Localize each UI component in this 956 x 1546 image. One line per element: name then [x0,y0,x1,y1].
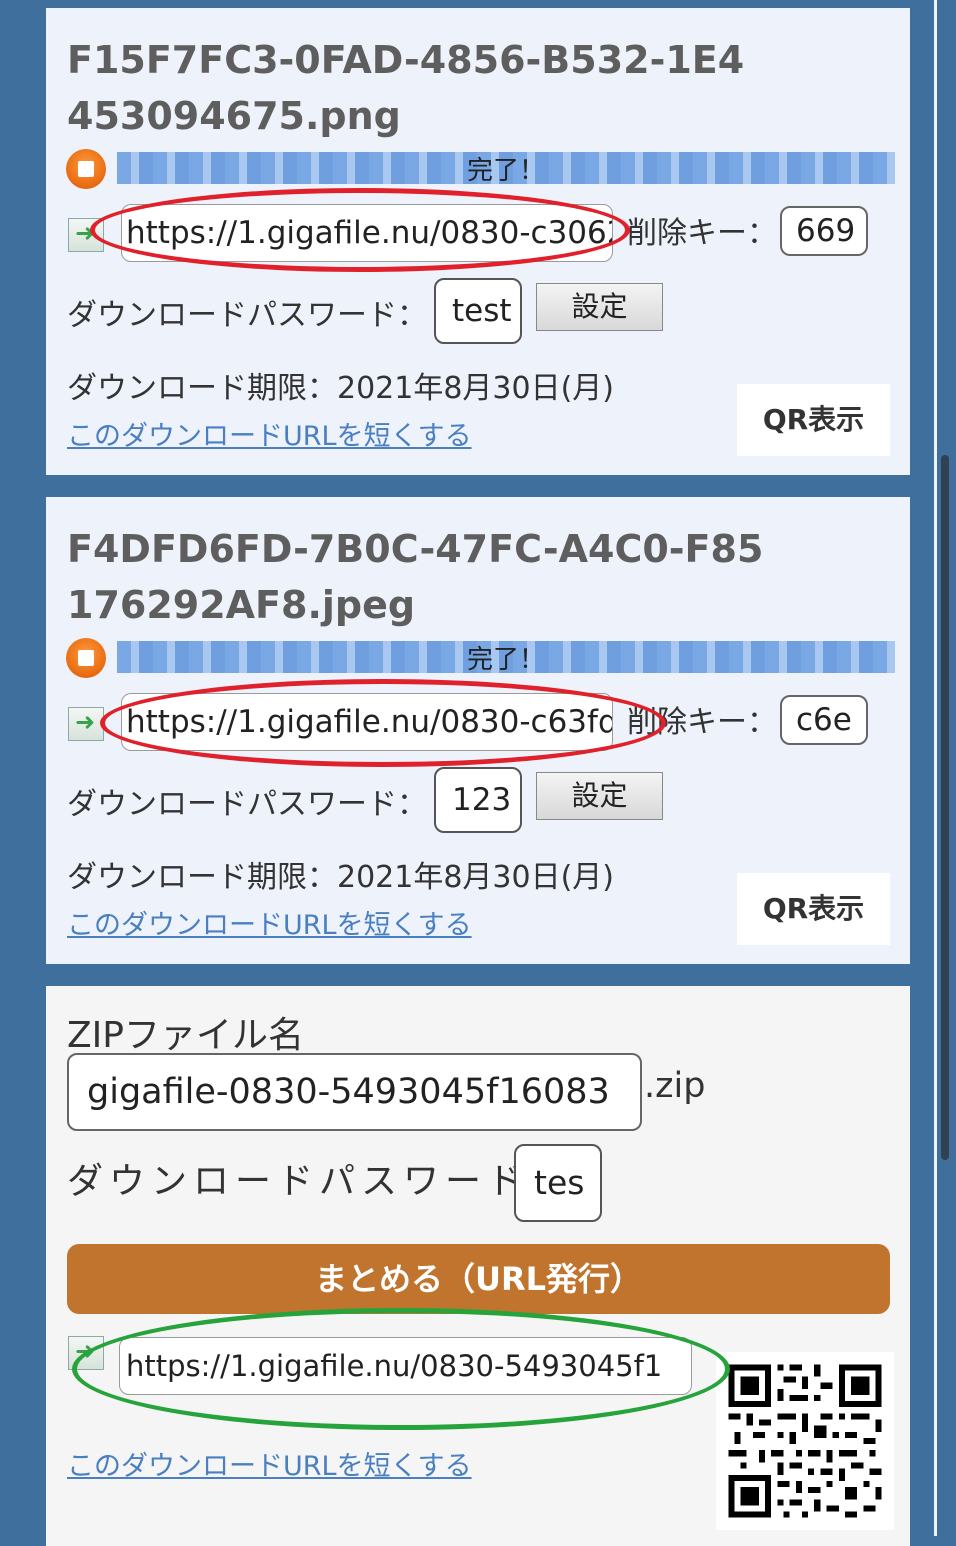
file-name: F15F7FC3-0FAD-4856-B532-1E4453094675.png [67,38,745,138]
download-expiry: ダウンロード期限：2021年8月30日(月) [67,860,615,895]
stop-circle-icon[interactable] [66,638,106,678]
rail-divider [934,0,937,1536]
link-arrow-icon[interactable] [68,1336,104,1370]
password-input[interactable]: test [434,278,522,344]
qr-show-button[interactable]: QR表示 [737,873,890,945]
delete-key-field[interactable]: c6e [780,695,868,745]
combine-issue-url-button[interactable]: まとめる（URL発行） [67,1244,890,1314]
zip-card: ZIPファイル名 gigafile-0830-5493045f16083 .zi… [46,986,910,1546]
set-password-button[interactable]: 設定 [536,772,663,820]
progress-status: 完了！ [466,645,545,675]
delete-key-field[interactable]: 669 [780,206,868,256]
progress-bar: 完了！ [117,641,895,675]
scrollbar[interactable] [941,455,949,1160]
zip-password-input[interactable]: tes [514,1144,602,1222]
qr-code-icon [716,1352,894,1530]
download-url-field[interactable]: https://1.gigafile.nu/0830-c3062 [121,204,613,262]
download-url-field[interactable]: https://1.gigafile.nu/0830-c63fd [121,693,613,751]
shorten-url-link[interactable]: このダウンロードURLを短くする [67,1444,472,1483]
zip-password-label: ダウンロードパスワード [67,1161,530,1202]
file-card-2: F4DFD6FD-7B0C-47FC-A4C0-F85176292AF8.jpe… [46,497,910,964]
link-arrow-icon[interactable] [68,707,104,741]
delete-key-label: 削除キー： [627,216,777,251]
zip-extension: .zip [644,1066,706,1106]
password-label: ダウンロードパスワード： [67,787,427,822]
zip-download-url-field[interactable]: https://1.gigafile.nu/0830-5493045f1 [119,1337,692,1395]
password-input[interactable]: 123 [434,767,522,833]
set-password-button[interactable]: 設定 [536,283,663,331]
file-card-1: F15F7FC3-0FAD-4856-B532-1E4453094675.png… [46,8,910,475]
stop-circle-icon[interactable] [66,149,106,189]
download-expiry: ダウンロード期限：2021年8月30日(月) [67,371,615,406]
qr-show-button[interactable]: QR表示 [737,384,890,456]
file-name: F4DFD6FD-7B0C-47FC-A4C0-F85176292AF8.jpe… [67,527,764,627]
zip-filename-label: ZIPファイル名 [67,1015,304,1056]
qr-code-graphic [716,1352,894,1530]
progress-bar: 完了！ [117,152,895,186]
link-arrow-icon[interactable] [68,218,104,252]
password-label: ダウンロードパスワード： [67,298,427,333]
delete-key-label: 削除キー： [627,705,777,740]
zip-filename-input[interactable]: gigafile-0830-5493045f16083 [67,1053,642,1131]
shorten-url-link[interactable]: このダウンロードURLを短くする [67,903,472,942]
progress-status: 完了！ [466,156,545,186]
shorten-url-link[interactable]: このダウンロードURLを短くする [67,414,472,453]
